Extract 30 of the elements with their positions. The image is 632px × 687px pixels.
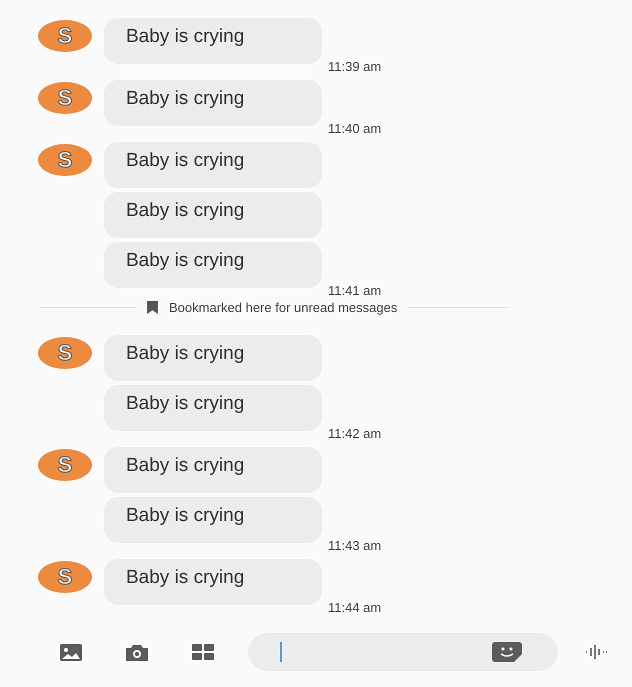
message-field[interactable] xyxy=(248,633,558,671)
camera-icon[interactable] xyxy=(126,644,148,660)
timestamp: 11:41 am xyxy=(328,283,382,298)
voice-icon[interactable] xyxy=(584,644,608,660)
avatar[interactable]: S xyxy=(38,144,92,176)
avatar[interactable]: S xyxy=(38,82,92,114)
message-bubble: Baby is crying xyxy=(104,192,322,238)
grid-icon[interactable] xyxy=(192,644,214,660)
unread-marker-text: Bookmarked here for unread messages xyxy=(169,300,398,315)
avatar[interactable]: S xyxy=(38,561,92,593)
avatar[interactable]: S xyxy=(38,20,92,52)
timestamp: 11:40 am xyxy=(328,121,382,136)
timestamp: 11:42 am xyxy=(328,426,382,441)
message-bubble: Baby is crying xyxy=(104,18,322,64)
avatar[interactable]: S xyxy=(38,449,92,481)
message-bubble: Baby is crying xyxy=(104,497,322,543)
bookmark-icon xyxy=(146,301,159,314)
message-bubble: Baby is crying xyxy=(104,559,322,605)
message-bubble: Baby is crying xyxy=(104,385,322,431)
message-bubble: Baby is crying xyxy=(104,447,322,493)
avatar[interactable]: S xyxy=(38,337,92,369)
message-bubble: Baby is crying xyxy=(104,80,322,126)
message-bubble: Baby is crying xyxy=(104,142,322,188)
timestamp: 11:39 am xyxy=(328,59,382,74)
sticker-icon[interactable] xyxy=(492,642,522,662)
timestamp: 11:43 am xyxy=(328,538,382,553)
message-bubble: Baby is crying xyxy=(104,242,322,288)
image-icon[interactable] xyxy=(60,644,82,660)
timestamp: 11:44 am xyxy=(328,600,382,615)
message-bubble: Baby is crying xyxy=(104,335,322,381)
